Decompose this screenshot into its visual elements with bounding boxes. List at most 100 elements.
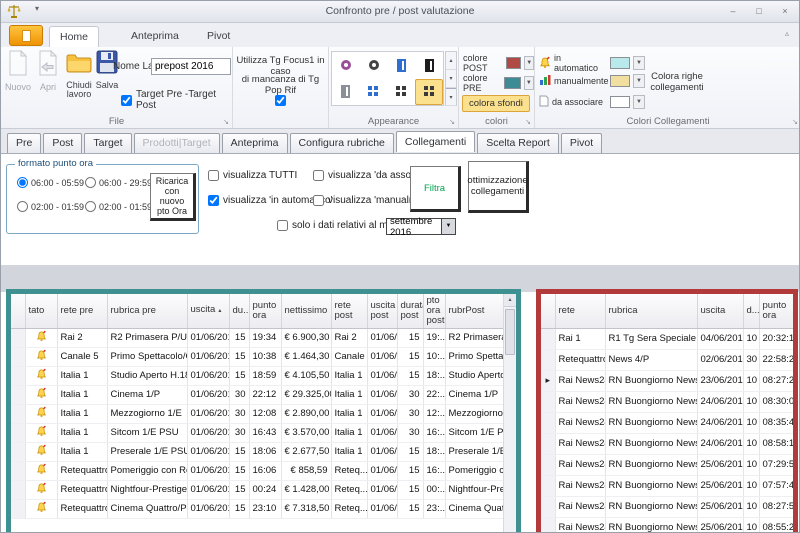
column-header[interactable]: punto ora [249, 294, 281, 328]
cell[interactable]: 10 [743, 475, 759, 496]
da-associare-swatch[interactable] [610, 96, 630, 108]
status-cell[interactable] [25, 480, 57, 499]
cell[interactable]: 30 [397, 385, 423, 404]
column-header[interactable] [541, 294, 555, 328]
cell[interactable]: Reteq... [331, 461, 367, 480]
cell[interactable]: 30 [743, 349, 759, 370]
cell[interactable]: Italia 1 [331, 366, 367, 385]
in-automatico-swatch[interactable] [610, 57, 630, 69]
cell[interactable]: Canale 5 [57, 347, 107, 366]
cell[interactable]: Reteq... [331, 480, 367, 499]
colore-pre-swatch[interactable] [504, 77, 521, 89]
cell[interactable]: Nightfour-Prestige/L [445, 480, 503, 499]
chiudi-lavoro-button[interactable]: Chiudi lavoro [63, 50, 95, 99]
in-automatico-dropdown-icon[interactable]: ▼ [633, 56, 645, 70]
cell[interactable]: 08:27:53 [759, 496, 793, 517]
cell[interactable]: € 1.428,00 [281, 480, 331, 499]
cell[interactable]: Cinema 1/P [445, 385, 503, 404]
cell[interactable]: Preserale 1/E PSU [445, 442, 503, 461]
cell[interactable]: 25/06/2016 [697, 454, 743, 475]
cell[interactable]: 25/06/2016 [697, 496, 743, 517]
cell[interactable]: Reteq... [331, 499, 367, 518]
column-header[interactable]: rubrica [605, 294, 697, 328]
gallery-more-icon[interactable]: ▾ [446, 88, 456, 106]
radio-input[interactable] [17, 201, 28, 212]
cell[interactable]: 18:... [423, 442, 445, 461]
status-cell[interactable] [25, 328, 57, 347]
cell[interactable]: 01/06/2016 [187, 423, 229, 442]
tab-anteprima[interactable]: Anteprima [222, 133, 288, 153]
cell[interactable]: € 3.570,00 [281, 423, 331, 442]
cell[interactable]: 15 [397, 499, 423, 518]
theme-icon-door-gray[interactable] [332, 79, 360, 106]
row-selector[interactable] [11, 328, 25, 347]
target-pre-post-checkbox-input[interactable] [121, 95, 132, 106]
cell[interactable]: RN Buongiorno News P/U [605, 496, 697, 517]
cell[interactable]: Rai News24 [555, 454, 605, 475]
row-selector[interactable] [11, 404, 25, 423]
dialog-launcher-icon[interactable]: ↘ [223, 119, 229, 126]
row-selector[interactable] [11, 423, 25, 442]
cell[interactable]: 22:... [423, 385, 445, 404]
cell[interactable]: 10:38 [249, 347, 281, 366]
cell[interactable]: 25/06/2016 [697, 475, 743, 496]
tab-collegamenti[interactable]: Collegamenti [396, 131, 475, 152]
cell[interactable]: Rai 2 [331, 328, 367, 347]
radio-02-0159-a[interactable]: 02:00 - 01:59 [17, 201, 84, 212]
target-pre-post-checkbox[interactable]: Target Pre -Target Post [121, 89, 232, 111]
cell[interactable]: Pomeriggio con Rete 4/C ... [107, 461, 187, 480]
theme-icon-ring-purple[interactable] [332, 52, 360, 79]
cell[interactable]: € 4.105,50 [281, 366, 331, 385]
colora-righe-collegamenti-button[interactable]: Colora righe collegamenti [635, 71, 719, 93]
cell[interactable]: Rai News24 [555, 517, 605, 533]
cell[interactable]: 15 [397, 480, 423, 499]
cell[interactable]: 01/06/... [367, 328, 397, 347]
column-header[interactable]: uscita [697, 294, 743, 328]
table-row[interactable]: Rai News24RN Buongiorno News P/U25/06/20… [541, 454, 793, 475]
theme-icon-grid-black[interactable] [388, 79, 416, 106]
cell[interactable]: 01/06/... [367, 404, 397, 423]
table-row[interactable]: Rai News24RN Buongiorno News P/U24/06/20… [541, 391, 793, 412]
cell[interactable]: Mezzogiorno 1/E [445, 404, 503, 423]
ribbon-collapse-icon[interactable]: ▵ [785, 29, 789, 38]
cell[interactable]: Sitcom 1/E PSU [445, 423, 503, 442]
cell[interactable]: Rai News24 [555, 433, 605, 454]
cell[interactable]: 00:... [423, 480, 445, 499]
cell[interactable]: 25/06/2016 [697, 517, 743, 533]
column-header[interactable]: du... [229, 294, 249, 328]
column-header[interactable]: punto ora [759, 294, 793, 328]
ricarica-button[interactable]: Ricarica con nuovo pto Ora [150, 173, 196, 221]
table-row[interactable]: Rai News24RN Buongiorno News P/U25/06/20… [541, 475, 793, 496]
radio-input[interactable] [17, 177, 28, 188]
cell[interactable]: Primo Spettacolo/C PSU [107, 347, 187, 366]
cell[interactable]: Preserale 1/E PSU [107, 442, 187, 461]
manualmente-swatch[interactable] [610, 75, 630, 87]
row-selector[interactable] [11, 461, 25, 480]
cell[interactable]: 22:12 [249, 385, 281, 404]
cell[interactable]: 20:32:11 [759, 328, 793, 349]
row-selector[interactable] [541, 496, 555, 517]
checkbox-input[interactable] [277, 220, 288, 231]
row-selector[interactable] [541, 454, 555, 475]
cell[interactable]: 12:... [423, 404, 445, 423]
cell[interactable]: 01/06/2016 [187, 442, 229, 461]
cell[interactable]: Cinema Quattro/P PS [445, 499, 503, 518]
ribbon-tab-anteprima[interactable]: Anteprima [121, 26, 189, 47]
table-row[interactable]: Italia 1Preserale 1/E PSU01/06/20161518:… [11, 442, 503, 461]
cell[interactable]: 30 [397, 404, 423, 423]
radio-06-0559[interactable]: 06:00 - 05:59 [17, 177, 84, 188]
cell[interactable]: 18:06 [249, 442, 281, 461]
cell[interactable]: Retequattro [555, 349, 605, 370]
cell[interactable]: Primo Spettacolo/C PS [445, 347, 503, 366]
row-selector[interactable] [11, 385, 25, 404]
theme-icon-door-black[interactable] [415, 52, 443, 79]
cell[interactable]: Italia 1 [57, 442, 107, 461]
cell[interactable]: € 29.325,00 [281, 385, 331, 404]
cell[interactable]: 01/06/... [367, 499, 397, 518]
cell[interactable]: 10 [743, 370, 759, 391]
cell[interactable]: 15 [229, 442, 249, 461]
cell[interactable]: Retequattro [57, 480, 107, 499]
column-header[interactable]: pto ora post [423, 294, 445, 328]
close-button[interactable]: × [777, 4, 793, 18]
visualizza-tutti-checkbox[interactable]: visualizza TUTTI [208, 170, 297, 181]
